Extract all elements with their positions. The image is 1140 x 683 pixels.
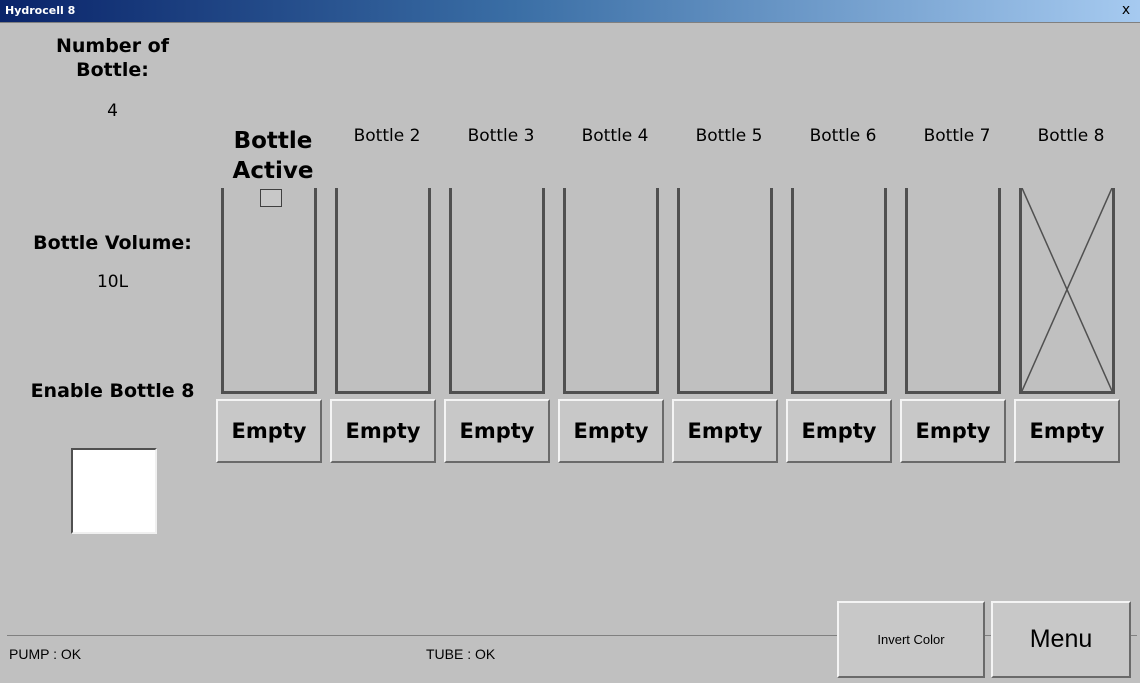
bottle-3-vessel [449,188,545,394]
disabled-cross-icon [1022,188,1112,391]
bottle-4-label: Bottle 4 [581,126,649,146]
pump-status: PUMP : OK [9,646,82,662]
bottle-count-value: 4 [107,101,118,121]
bottle-2-vessel [335,188,431,394]
bottle-7-empty-button[interactable]: Empty [900,399,1006,463]
bottle-8-empty-button[interactable]: Empty [1014,399,1120,463]
bottle-5-label: Bottle 5 [695,126,763,146]
bottle-1-empty-button[interactable]: Empty [216,399,322,463]
bottle-volume-label: Bottle Volume: [33,232,192,254]
close-icon[interactable]: x [1118,2,1134,18]
menu-button[interactable]: Menu [991,601,1131,678]
bottle-7-vessel [905,188,1001,394]
bottle-3-label: Bottle 3 [467,126,535,146]
active-marker-icon [260,189,282,207]
bottle-3-empty-button[interactable]: Empty [444,399,550,463]
bottle-8-label: Bottle 8 [1037,126,1105,146]
bottle-7-label: Bottle 7 [923,126,991,146]
bottle-6-label: Bottle 6 [809,126,877,146]
bottle-volume-value: 10L [96,272,129,292]
tube-status: TUBE : OK [426,646,496,662]
enable-bottle-8-checkbox[interactable] [71,448,157,534]
bottle-8-vessel [1019,188,1115,394]
bottle-count-label: Number of Bottle: [55,35,170,81]
bottle-4-empty-button[interactable]: Empty [558,399,664,463]
bottle-6-vessel [791,188,887,394]
bottle-4-vessel [563,188,659,394]
bottle-1-vessel [221,188,317,394]
bottle-2-empty-button[interactable]: Empty [330,399,436,463]
invert-color-button[interactable]: Invert Color [837,601,985,678]
bottle-1-label: Bottle Active [232,128,314,184]
title-bar: Hydrocell 8 x [0,0,1140,23]
enable-bottle-8-label: Enable Bottle 8 [30,380,195,402]
bottle-5-empty-button[interactable]: Empty [672,399,778,463]
bottle-6-empty-button[interactable]: Empty [786,399,892,463]
bottle-5-vessel [677,188,773,394]
bottle-2-label: Bottle 2 [353,126,421,146]
window-title: Hydrocell 8 [5,4,76,17]
